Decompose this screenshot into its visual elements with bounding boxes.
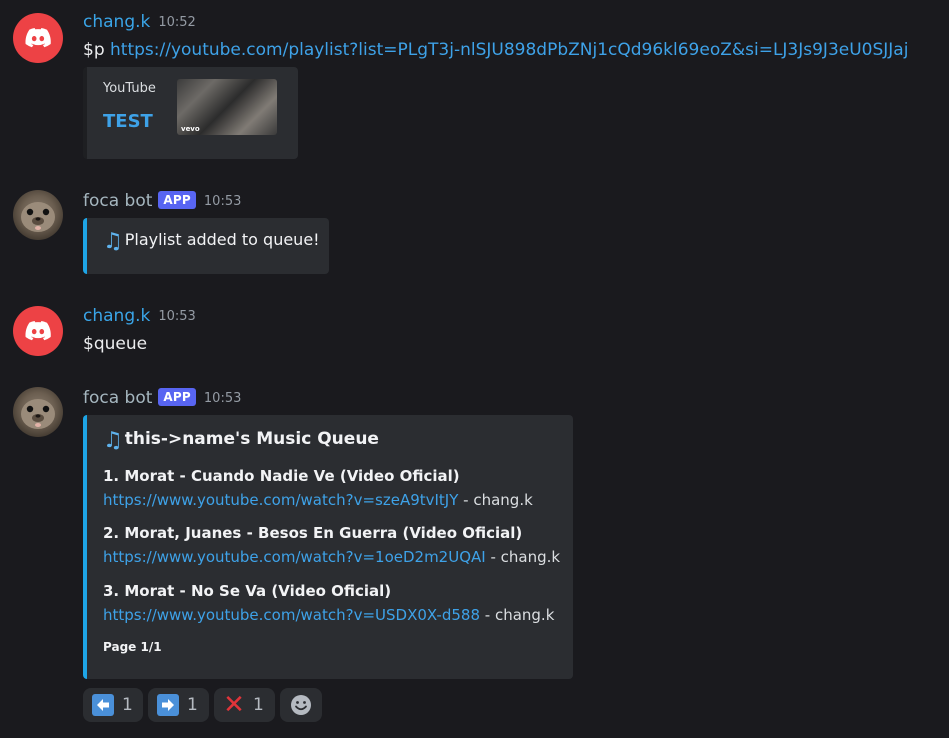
queue-embed: ♫ this->name's Music Queue 1. Morat - Cua… bbox=[83, 415, 573, 679]
track-requester: - chang.k bbox=[458, 491, 533, 509]
reaction-left-arrow[interactable]: 1 bbox=[83, 688, 143, 722]
left-arrow-icon bbox=[92, 694, 114, 716]
discord-logo-icon bbox=[25, 321, 51, 341]
reaction-cross-mark[interactable]: ✕ 1 bbox=[214, 688, 275, 722]
track-link[interactable]: https://www.youtube.com/watch?v=szeA9tvI… bbox=[103, 491, 458, 509]
author-name[interactable]: chang.k bbox=[83, 306, 150, 326]
queue-title-text: this->name's Music Queue bbox=[124, 429, 379, 449]
add-reaction-button[interactable] bbox=[280, 688, 322, 722]
embed-title[interactable]: TEST bbox=[103, 111, 153, 132]
reaction-count: 1 bbox=[187, 695, 198, 715]
track-line: https://www.youtube.com/watch?v=1oeD2m2U… bbox=[103, 548, 560, 566]
track-name: 1. Morat - Cuando Nadie Ve (Video Oficia… bbox=[103, 467, 460, 485]
video-thumbnail[interactable]: vevo bbox=[177, 79, 277, 135]
author-line: chang.k 10:52 bbox=[83, 12, 196, 32]
message-content: $p https://youtube.com/playlist?list=PLg… bbox=[83, 40, 908, 60]
track-line: https://www.youtube.com/watch?v=szeA9tvI… bbox=[103, 491, 533, 509]
reaction-count: 1 bbox=[253, 695, 264, 715]
timestamp[interactable]: 10:53 bbox=[204, 194, 241, 209]
timestamp[interactable]: 10:53 bbox=[204, 391, 241, 406]
author-line: foca bot APP 10:53 bbox=[83, 191, 241, 211]
timestamp[interactable]: 10:52 bbox=[158, 15, 195, 30]
bot-embed: ♫ Playlist added to queue! bbox=[83, 218, 329, 274]
track-name: 2. Morat, Juanes - Besos En Guerra (Vide… bbox=[103, 524, 523, 542]
avatar[interactable] bbox=[13, 190, 63, 240]
reaction-right-arrow[interactable]: 1 bbox=[148, 688, 209, 722]
queue-title: ♫ this->name's Music Queue bbox=[103, 429, 379, 452]
track-link[interactable]: https://www.youtube.com/watch?v=USDX0X-d… bbox=[103, 606, 480, 624]
right-arrow-icon bbox=[157, 694, 179, 716]
smiley-icon bbox=[291, 695, 311, 715]
discord-logo-icon bbox=[25, 28, 51, 48]
app-badge: APP bbox=[158, 388, 196, 406]
embed-provider[interactable]: YouTube bbox=[103, 81, 156, 96]
queue-item: 2. Morat, Juanes - Besos En Guerra (Vide… bbox=[103, 524, 560, 566]
author-name[interactable]: chang.k bbox=[83, 12, 150, 32]
track-requester: - chang.k bbox=[485, 548, 561, 566]
page-indicator: Page 1/1 bbox=[103, 640, 162, 654]
track-link[interactable]: https://www.youtube.com/watch?v=1oeD2m2U… bbox=[103, 548, 486, 566]
avatar[interactable] bbox=[13, 306, 63, 356]
app-badge: APP bbox=[158, 191, 196, 209]
music-note-icon: ♫ bbox=[103, 428, 123, 453]
avatar[interactable] bbox=[13, 387, 63, 437]
author-line: foca bot APP 10:53 bbox=[83, 388, 241, 408]
queue-item: 3. Morat - No Se Va (Video Oficial) http… bbox=[103, 582, 554, 624]
music-note-icon: ♫ bbox=[103, 229, 123, 254]
timestamp[interactable]: 10:53 bbox=[158, 309, 195, 324]
seal-avatar-icon bbox=[21, 399, 55, 429]
vevo-watermark: vevo bbox=[181, 125, 200, 133]
cross-mark-icon: ✕ bbox=[223, 690, 245, 720]
reaction-count: 1 bbox=[122, 695, 133, 715]
playlist-link[interactable]: https://youtube.com/playlist?list=PLgT3j… bbox=[110, 40, 908, 60]
avatar[interactable] bbox=[13, 13, 63, 63]
author-name[interactable]: foca bot bbox=[83, 191, 152, 211]
queue-item: 1. Morat - Cuando Nadie Ve (Video Oficia… bbox=[103, 467, 533, 509]
track-name: 3. Morat - No Se Va (Video Oficial) bbox=[103, 582, 392, 600]
seal-avatar-icon bbox=[21, 202, 55, 232]
command-text: $p bbox=[83, 40, 111, 60]
author-line: chang.k 10:53 bbox=[83, 306, 196, 326]
message-content: $queue bbox=[83, 334, 148, 354]
embed-text: Playlist added to queue! bbox=[124, 230, 320, 249]
track-line: https://www.youtube.com/watch?v=USDX0X-d… bbox=[103, 606, 554, 624]
youtube-embed: YouTube TEST vevo bbox=[83, 67, 298, 159]
author-name[interactable]: foca bot bbox=[83, 388, 152, 408]
track-requester: - chang.k bbox=[480, 606, 555, 624]
